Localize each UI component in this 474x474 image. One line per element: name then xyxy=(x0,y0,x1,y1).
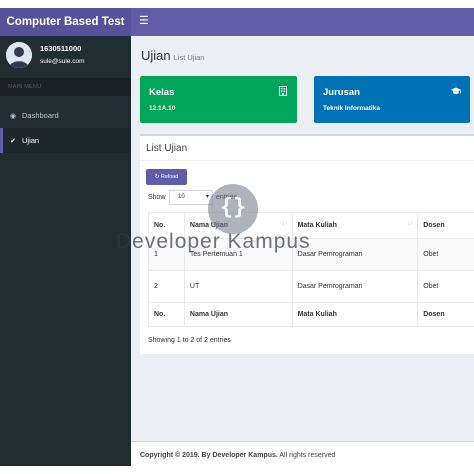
cell-dosen: Obet xyxy=(417,238,474,271)
user-email: sule@sule.com xyxy=(40,58,85,65)
hamburger-icon[interactable]: ☰ xyxy=(139,14,151,28)
table-row: 2 UT Dasar Pemrograman Obet xyxy=(148,270,474,303)
page-subtitle: List Ujian xyxy=(173,53,205,62)
refresh-icon: ↻ xyxy=(154,174,160,180)
user-name: 1630511000 xyxy=(40,44,82,53)
graduation-cap-icon xyxy=(451,87,461,94)
info-box-value: Teknik Informatika xyxy=(323,105,380,112)
cell-no: 2 xyxy=(148,270,185,303)
brand-logo[interactable]: Computer Based Test xyxy=(0,8,131,36)
info-box-kelas: Kelas 12.1A.10 xyxy=(140,76,297,123)
user-panel: 1630511000 sule@sule.com xyxy=(0,36,131,78)
sort-icon: ↓↑ xyxy=(407,221,414,227)
entries-value: 10 xyxy=(178,194,185,200)
footer-copyright: Copyright © 2019. By Developer Kampus. xyxy=(140,452,278,459)
sidebar-item-label: Dashboard xyxy=(22,111,59,120)
info-box-jurusan: Jurusan Teknik Informatika xyxy=(314,76,470,123)
user-avatar-icon xyxy=(6,42,32,68)
circle-check-icon: ✔ xyxy=(10,138,16,145)
page-footer: Copyright © 2019. By Developer Kampus. A… xyxy=(131,441,474,466)
info-box-value: 12.1A.10 xyxy=(149,105,176,112)
panel-title: List Ujian xyxy=(146,143,188,154)
cell-mata-kuliah: Dasar Pemrograman xyxy=(291,238,419,271)
info-box-title: Kelas xyxy=(149,87,175,98)
watermark-glyph: {} xyxy=(219,195,247,220)
reload-label: Reload xyxy=(160,174,179,180)
page-title-text: Ujian xyxy=(141,48,171,63)
app-window: Computer Based Test ☰ 1630511000 sule@su… xyxy=(0,8,474,466)
sidebar-item-ujian[interactable]: ✔ Ujian xyxy=(0,128,131,153)
cell-nama-ujian: UT xyxy=(183,270,293,303)
sidebar-item-label: Ujian xyxy=(22,136,40,145)
watermark-text: Developer Kampus xyxy=(116,230,311,253)
footer-rights: All rights reserved xyxy=(277,452,336,459)
menu-header: MAIN MENU xyxy=(0,78,131,96)
footer-header-dosen: Dosen xyxy=(417,302,474,327)
table-info: Showing 1 to 2 of 2 entries xyxy=(148,337,231,344)
sort-icon: ↓↑ xyxy=(281,221,288,227)
top-header: Computer Based Test ☰ xyxy=(0,8,474,36)
column-header-mata-kuliah[interactable]: Mata Kuliah ↓↑ xyxy=(291,212,419,239)
watermark-logo-icon: {} xyxy=(208,184,258,234)
sidebar-item-dashboard[interactable]: ◉ Dashboard xyxy=(0,103,131,128)
reload-button[interactable]: ↻ Reload xyxy=(146,169,187,185)
entries-select[interactable]: 10 ▾ xyxy=(169,190,213,205)
footer-header-no: No. xyxy=(148,302,185,327)
dashboard-icon: ◉ xyxy=(10,113,17,120)
info-box-title: Jurusan xyxy=(323,87,360,98)
divider xyxy=(140,160,474,161)
footer-header-nama-ujian: Nama Ujian xyxy=(183,302,293,327)
building-icon xyxy=(279,86,287,96)
column-header-dosen[interactable]: Dosen xyxy=(417,212,474,239)
table-footer-row: No. Nama Ujian Mata Kuliah Dosen xyxy=(148,302,474,327)
footer-header-mata-kuliah: Mata Kuliah xyxy=(291,302,419,327)
page-title: Ujian List Ujian xyxy=(141,48,204,63)
cell-dosen: Obet xyxy=(417,270,474,303)
cell-mata-kuliah: Dasar Pemrograman xyxy=(291,270,419,303)
show-label: Show xyxy=(148,194,166,201)
sidebar: 1630511000 sule@sule.com MAIN MENU ◉ Dash… xyxy=(0,36,131,466)
